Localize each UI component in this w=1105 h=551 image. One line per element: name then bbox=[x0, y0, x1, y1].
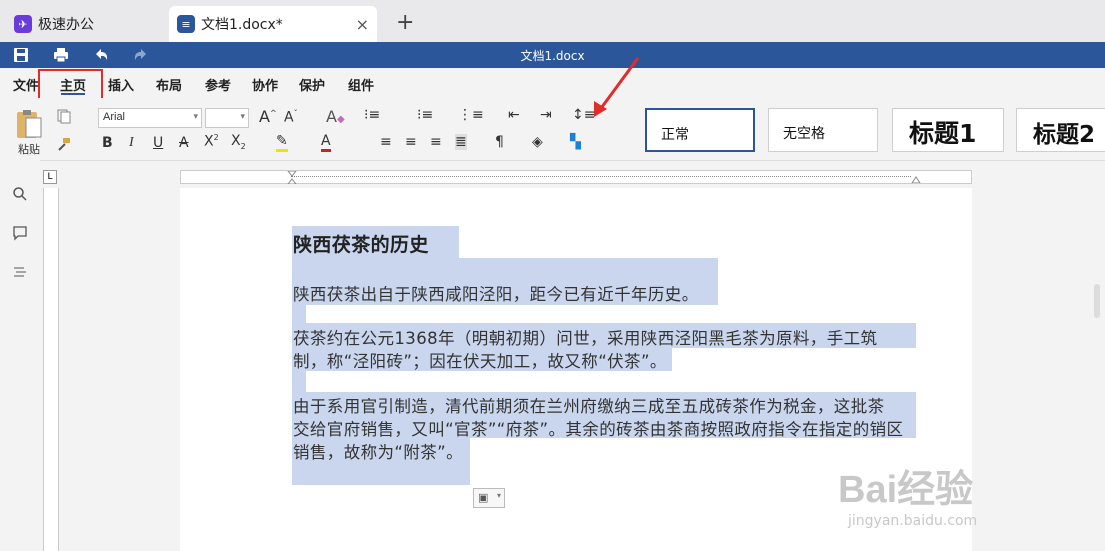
style-heading1[interactable]: 标题1 bbox=[892, 108, 1004, 152]
decrease-indent-icon[interactable]: ⇤ bbox=[508, 107, 520, 123]
horizontal-ruler[interactable] bbox=[180, 170, 972, 184]
app-logo-icon: ✈ bbox=[14, 15, 32, 33]
font-name-select[interactable]: Arial ▾ bbox=[98, 108, 202, 128]
highlight-color-icon[interactable]: ✎ bbox=[276, 133, 288, 152]
paste-options-button[interactable]: ▣ ▾ bbox=[473, 488, 505, 508]
superscript-icon[interactable]: X2 bbox=[204, 133, 219, 150]
scrollbar-thumb[interactable] bbox=[1094, 284, 1100, 318]
increase-indent-icon[interactable]: ⇥ bbox=[540, 107, 552, 123]
menu-insert[interactable]: 插入 bbox=[108, 75, 134, 94]
style-heading2-label: 标题2 bbox=[1033, 122, 1096, 148]
paragraph-marks-icon[interactable]: ¶ bbox=[495, 134, 504, 150]
menu-bar: 文件 主页 插入 布局 参考 协作 保护 组件 bbox=[0, 68, 1105, 98]
font-shrink-icon[interactable]: Aˇ bbox=[284, 109, 298, 126]
close-tab-icon[interactable]: × bbox=[356, 15, 369, 34]
document-title: 文档1.docx bbox=[520, 49, 585, 63]
paragraph-line[interactable]: 茯茶约在公元1368年（明朝初期）问世，采用陕西泾阳黑毛茶为原料，手工筑 bbox=[293, 325, 877, 349]
shading-icon[interactable]: ◈ bbox=[532, 134, 543, 150]
align-right-icon[interactable]: ≡ bbox=[430, 134, 442, 150]
selection-highlight bbox=[292, 305, 306, 323]
paste-label: 粘贴 bbox=[18, 143, 40, 156]
watermark-url: jingyan.baidu.com bbox=[848, 513, 978, 529]
menu-plugins[interactable]: 组件 bbox=[348, 75, 374, 94]
style-no-spacing-label: 无空格 bbox=[783, 126, 825, 142]
italic-icon[interactable]: I bbox=[129, 135, 134, 151]
paragraph-line[interactable]: 由于系用官引制造，清代前期须在兰州府缴纳三成至五成砖茶作为税金，这批茶 bbox=[293, 393, 885, 417]
font-size-select[interactable]: ▾ bbox=[205, 108, 249, 128]
comment-icon[interactable] bbox=[12, 225, 28, 241]
align-justify-icon[interactable]: ≣ bbox=[455, 134, 467, 150]
search-icon[interactable] bbox=[12, 186, 28, 202]
tab-document-label: 文档1.docx* bbox=[201, 17, 283, 33]
copy-icon[interactable] bbox=[56, 108, 72, 124]
title-bar: 文档1.docx bbox=[0, 42, 1105, 68]
indent-marker-icon[interactable] bbox=[287, 171, 297, 184]
format-painter-icon[interactable] bbox=[56, 136, 72, 152]
tab-stop-selector[interactable]: L bbox=[43, 170, 57, 184]
underline-icon[interactable]: U bbox=[153, 135, 163, 151]
font-grow-icon[interactable]: A^ bbox=[259, 107, 277, 126]
watermark: Bai经验 jingyan.baidu.com bbox=[838, 458, 977, 529]
style-normal[interactable]: 正常 bbox=[645, 108, 755, 152]
style-no-spacing[interactable]: 无空格 bbox=[768, 108, 878, 152]
menu-reference[interactable]: 参考 bbox=[205, 75, 231, 94]
selection-highlight bbox=[292, 371, 306, 392]
multilevel-list-icon[interactable]: ⋮≡ bbox=[458, 107, 484, 123]
paragraph-line[interactable]: 销售，故称为“附茶”。 bbox=[293, 439, 463, 463]
tab-home-label: 极速办公 bbox=[38, 17, 94, 33]
menu-layout[interactable]: 布局 bbox=[156, 75, 182, 94]
right-indent-marker-icon[interactable] bbox=[911, 173, 921, 183]
tab-home[interactable]: ✈ 极速办公 bbox=[6, 6, 161, 42]
clear-format-icon[interactable]: A◆ bbox=[326, 107, 345, 126]
menu-file[interactable]: 文件 bbox=[13, 75, 39, 94]
document-heading[interactable]: 陕西茯茶的历史 bbox=[293, 230, 429, 257]
borders-icon[interactable]: ▚ bbox=[570, 134, 581, 150]
style-normal-label: 正常 bbox=[661, 127, 689, 143]
paste-icon[interactable] bbox=[14, 108, 44, 140]
selection-highlight bbox=[292, 461, 470, 485]
font-color-icon[interactable]: A bbox=[321, 133, 331, 152]
align-left-icon[interactable]: ≡ bbox=[380, 134, 392, 150]
align-center-icon[interactable]: ≡ bbox=[405, 134, 417, 150]
bullet-list-icon[interactable]: ⁝≡ bbox=[364, 107, 380, 123]
numbered-list-icon[interactable]: ⁝≡ bbox=[417, 107, 433, 123]
vertical-scrollbar[interactable] bbox=[1090, 188, 1105, 551]
chevron-down-icon: ▾ bbox=[496, 491, 501, 500]
document-icon: ≡ bbox=[177, 15, 195, 33]
selection-highlight bbox=[292, 258, 718, 280]
subscript-icon[interactable]: X2 bbox=[231, 133, 246, 151]
annotation-arrow bbox=[594, 57, 640, 117]
chevron-down-icon: ▾ bbox=[240, 111, 245, 121]
navigation-icon[interactable] bbox=[12, 264, 28, 280]
vertical-ruler bbox=[43, 188, 59, 551]
tab-document[interactable]: ≡ 文档1.docx* × bbox=[169, 6, 377, 42]
left-sidebar bbox=[0, 160, 40, 551]
font-name-value: Arial bbox=[103, 111, 126, 123]
paste-options-icon: ▣ bbox=[478, 491, 489, 504]
bold-icon[interactable]: B bbox=[102, 135, 113, 151]
watermark-brand: Bai经验 bbox=[838, 469, 974, 511]
add-tab-icon[interactable]: + bbox=[396, 10, 414, 35]
paragraph-line[interactable]: 交给官府销售，又叫“官茶”“府茶”。其余的砖茶由茶商按照政府指令在指定的销区 bbox=[293, 416, 903, 440]
chevron-down-icon: ▾ bbox=[193, 111, 198, 121]
ruler-ticks bbox=[291, 176, 911, 177]
menu-collaborate[interactable]: 协作 bbox=[252, 75, 278, 94]
paragraph-line[interactable]: 陕西茯茶出自于陕西咸阳泾阳，距今已有近千年历史。 bbox=[293, 281, 699, 305]
style-heading1-label: 标题1 bbox=[909, 119, 977, 148]
strikethrough-icon[interactable]: A bbox=[179, 135, 189, 151]
paragraph-line[interactable]: 制，称“泾阳砖”；因在伏天加工，故又称“伏茶”。 bbox=[293, 348, 667, 372]
style-heading2[interactable]: 标题2 bbox=[1016, 108, 1105, 152]
menu-protect[interactable]: 保护 bbox=[299, 75, 325, 94]
tab-bar: ✈ 极速办公 ≡ 文档1.docx* × bbox=[0, 0, 1105, 42]
